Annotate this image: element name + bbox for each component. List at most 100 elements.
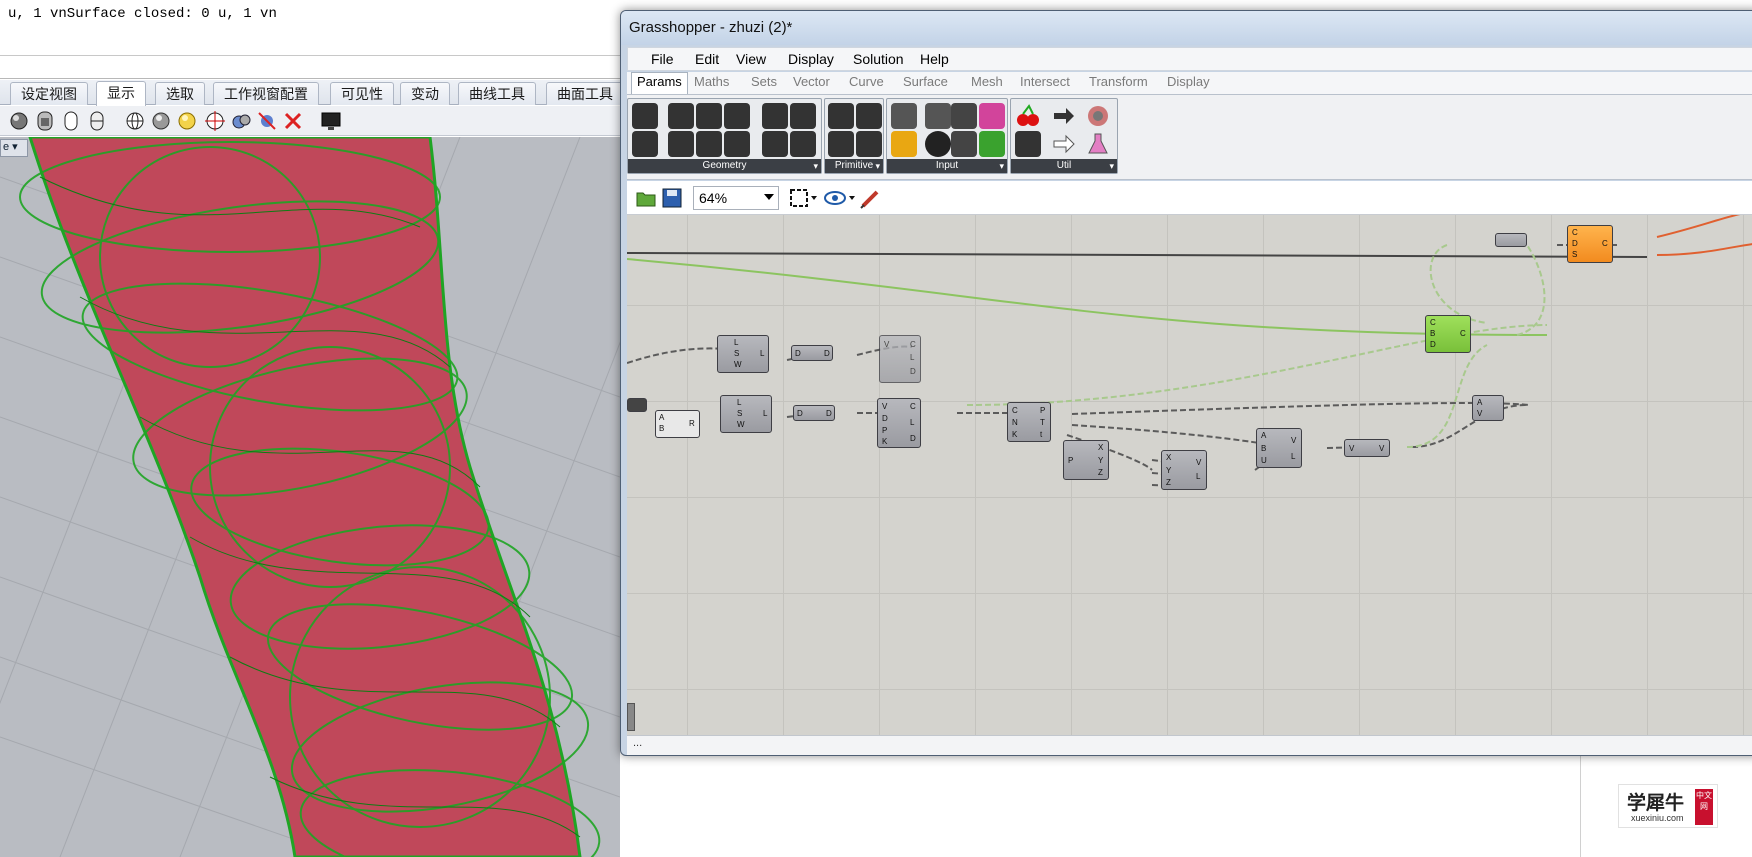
arrow-outline-icon[interactable] [1051, 131, 1077, 157]
gh-component-flip[interactable]: VDPKCLD [877, 398, 921, 448]
tab-curve[interactable]: Curve [849, 74, 884, 89]
rhino-viewport[interactable]: e ▾ [0, 137, 620, 857]
shaded-sphere-icon[interactable] [150, 110, 172, 132]
render-sphere-icon[interactable] [8, 110, 30, 132]
gradient-icon[interactable] [891, 131, 917, 157]
gh-component-vector-display[interactable]: AV [1472, 395, 1504, 421]
panel-label-primitive[interactable]: Primitive ▾ [825, 159, 883, 173]
tab-transform[interactable]: Transform [1089, 74, 1148, 89]
boolean-param-icon[interactable] [828, 103, 854, 129]
gh-component-custom-preview[interactable]: CBDC [1425, 315, 1471, 353]
tree-icon[interactable] [1015, 131, 1041, 157]
tab-select[interactable]: 选取 [155, 82, 205, 105]
menu-display[interactable]: Display [788, 51, 834, 67]
tab-transform[interactable]: 变动 [400, 82, 450, 105]
gh-component-shift-list-2[interactable]: LSWL [720, 395, 772, 433]
panel-label-geometry[interactable]: Geometry ▾ [628, 159, 821, 173]
menu-help[interactable]: Help [920, 51, 949, 67]
value-list-icon[interactable] [951, 131, 977, 157]
brep-param-icon[interactable] [762, 103, 788, 129]
tab-intersect[interactable]: Intersect [1020, 74, 1070, 89]
canvas-scrollbar-thumb[interactable] [627, 703, 635, 731]
gh-component-orange[interactable]: CDSC [1567, 225, 1613, 263]
number-param-icon[interactable] [856, 103, 882, 129]
menu-solution[interactable]: Solution [853, 51, 904, 67]
sketch-pen-icon[interactable] [859, 186, 883, 210]
box-param-icon[interactable] [724, 103, 750, 129]
mesh-param-icon[interactable] [790, 103, 816, 129]
line-param-icon[interactable] [668, 131, 694, 157]
cherry-icon[interactable] [1015, 103, 1041, 129]
import-icon[interactable] [891, 103, 917, 129]
circle-param-icon[interactable] [668, 103, 694, 129]
zoom-dropdown[interactable]: 64% [693, 186, 779, 210]
tab-sets[interactable]: Sets [751, 74, 777, 89]
sphere-pink-icon[interactable] [1085, 103, 1111, 129]
gh-component-deconstruct-point[interactable]: PXYZ [1063, 440, 1109, 480]
flask-icon[interactable] [1085, 131, 1111, 157]
gh-component-colour-swatch[interactable] [1495, 233, 1527, 247]
tab-display[interactable]: 显示 [96, 81, 146, 106]
surface-param-icon[interactable] [762, 131, 788, 157]
tab-set-view[interactable]: 设定视图 [10, 82, 88, 105]
panel-icon[interactable] [951, 103, 977, 129]
zoom-extents-icon[interactable] [789, 188, 819, 208]
wire-sphere-icon[interactable] [230, 110, 252, 132]
tab-curve-tools[interactable]: 曲线工具 [458, 82, 536, 105]
capsule-icon[interactable] [60, 110, 82, 132]
gh-component-vector-xyz[interactable]: XYZVL [1161, 450, 1207, 490]
gh-component-flip-disabled[interactable]: VCLD [879, 335, 921, 383]
menu-edit[interactable]: Edit [695, 51, 719, 67]
toggle-icon[interactable] [925, 103, 951, 129]
gh-component-flatten-2[interactable]: DD [793, 405, 835, 421]
crosshair-icon[interactable] [204, 110, 226, 132]
gh-component-flatten[interactable]: DD [791, 345, 833, 361]
tab-viewport-layout[interactable]: 工作视窗配置 [213, 82, 319, 105]
gh-component-param-edge[interactable] [627, 398, 647, 412]
wireframe-globe-icon[interactable] [124, 110, 146, 132]
panel-label-input[interactable]: Input ▾ [887, 159, 1007, 173]
x-red-icon[interactable] [282, 110, 304, 132]
button-icon[interactable] [925, 131, 951, 157]
monitor-icon[interactable] [320, 110, 342, 132]
gh-canvas[interactable]: LSWL DD VCLD ABR LSWL DD VDPKCLD CNKPTt … [627, 215, 1752, 735]
tab-visibility[interactable]: 可见性 [330, 82, 394, 105]
gh-component-angle[interactable]: ABUVL [1256, 428, 1302, 468]
open-file-icon[interactable] [635, 187, 657, 209]
gh-titlebar[interactable]: Grasshopper - zhuzi (2)* [621, 11, 1752, 45]
tab-mesh[interactable]: Mesh [971, 74, 1003, 89]
vector-param-icon[interactable] [632, 131, 658, 157]
tab-display[interactable]: Display [1167, 74, 1210, 89]
tab-vector[interactable]: Vector [793, 74, 830, 89]
tab-surface-tools[interactable]: 曲面工具 [546, 82, 624, 105]
save-file-icon[interactable] [661, 187, 683, 209]
plane-param-icon[interactable] [724, 131, 750, 157]
tab-surface[interactable]: Surface [903, 74, 948, 89]
light-bulb-icon[interactable] [176, 110, 198, 132]
md-slider-icon[interactable] [979, 131, 1005, 157]
integer-param-icon[interactable] [828, 131, 854, 157]
gh-component-shift-list[interactable]: LSWL [717, 335, 769, 373]
curve-param-icon[interactable] [696, 131, 722, 157]
remove-icon[interactable] [256, 110, 278, 132]
gh-component-unit-vector[interactable]: VV [1344, 439, 1390, 457]
arrow-right-icon[interactable] [1051, 103, 1077, 129]
panel-label-util[interactable]: Util ▾ [1011, 159, 1117, 173]
watermark-sub: xuexiniu.com [1631, 813, 1684, 823]
command-prompt[interactable] [0, 57, 620, 79]
viewport-label[interactable]: e ▾ [0, 139, 28, 157]
menu-view[interactable]: View [736, 51, 766, 67]
capsule-ghost-icon[interactable] [86, 110, 108, 132]
preview-eye-icon[interactable] [823, 188, 857, 208]
slider-icon[interactable] [979, 103, 1005, 129]
twisted-box-param-icon[interactable] [790, 131, 816, 157]
gh-component-divide-curve[interactable]: CNKPTt [1007, 402, 1051, 442]
text-param-icon[interactable] [856, 131, 882, 157]
gh-component-expression[interactable]: ABR [655, 410, 700, 438]
geometry-param-icon[interactable] [632, 103, 658, 129]
menu-file[interactable]: File [651, 51, 674, 67]
tab-params[interactable]: Params [631, 72, 688, 94]
object-shade-icon[interactable] [34, 110, 56, 132]
arc-param-icon[interactable] [696, 103, 722, 129]
tab-maths[interactable]: Maths [694, 74, 729, 89]
